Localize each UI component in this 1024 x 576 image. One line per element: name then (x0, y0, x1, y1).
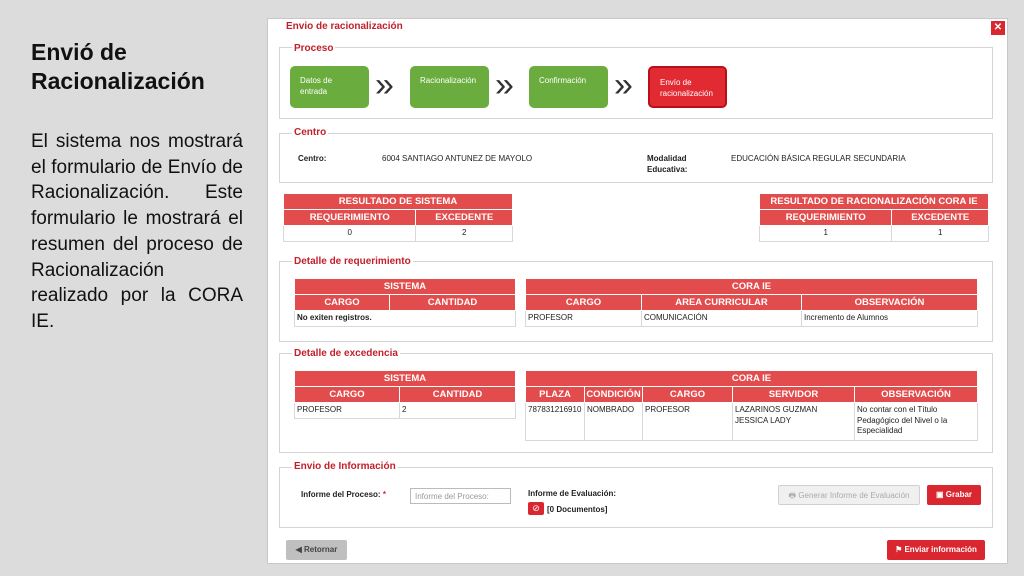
table-title: SISTEMA (294, 370, 516, 387)
informe-proceso-input[interactable]: Informe del Proceso: (410, 488, 511, 504)
cell: 787831216910 (525, 402, 585, 441)
save-icon: ▣ (935, 490, 944, 499)
cell: 1 (758, 225, 893, 242)
cell: Incremento de Alumnos (801, 310, 978, 327)
centro-title: Centro (292, 127, 329, 138)
enviar-informacion-button[interactable]: ⚑ Enviar información (887, 540, 985, 560)
chevron-right-icon: » (375, 66, 394, 104)
chevron-right-icon: » (495, 66, 514, 104)
modalidad-label: Modalidad Educativa: (647, 154, 688, 174)
centro-value: 6004 SANTIAGO ANTUNEZ DE MAYOLO (382, 154, 533, 163)
generar-informe-button[interactable]: 🖶 Generar Informe de Evaluación (778, 485, 920, 505)
col-header: OBSERVACIÓN (801, 294, 978, 311)
attach-icon[interactable]: ⊘ (528, 502, 544, 515)
back-icon: ◀ (295, 545, 302, 554)
informe-label: Informe del Proceso: * (301, 489, 386, 500)
step-label: Envío de racionalización (660, 78, 713, 98)
button-label: Retornar (304, 545, 338, 554)
step-label: Racionalización (420, 76, 477, 85)
col-header: PLAZA (525, 386, 585, 403)
col-header: EXCEDENTE (415, 209, 513, 226)
col-header: AREA CURRICULAR (641, 294, 802, 311)
informe-label-text: Informe del Proceso: (301, 490, 381, 499)
col-header: CARGO (525, 294, 642, 311)
table-title: RESULTADO DE RACIONALIZACIÓN CORA IE (759, 193, 989, 210)
send-icon: ⚑ (895, 545, 903, 554)
col-header: REQUERIMIENTO (282, 209, 417, 226)
col-header: CONDICIÓN (584, 386, 643, 403)
col-header: CARGO (294, 386, 400, 403)
retornar-button[interactable]: ◀ Retornar (286, 540, 347, 560)
detalle-excedencia-title: Detalle de excedencia (292, 348, 400, 359)
close-icon[interactable]: ✕ (991, 21, 1005, 35)
cell: 2 (415, 225, 513, 242)
resultado-cora-table: RESULTADO DE RACIONALIZACIÓN CORA IE REQ… (758, 193, 989, 242)
envio-title: Envio de Información (292, 461, 398, 472)
col-header: REQUERIMIENTO (758, 209, 893, 226)
slide-text: Envió de Racionalización El sistema nos … (31, 38, 243, 335)
slide-body: El sistema nos mostrará el formulario de… (31, 131, 243, 332)
req-sistema-table: SISTEMA CARGO CANTIDAD No exiten registro… (294, 278, 516, 327)
col-header: OBSERVACIÓN (854, 386, 978, 403)
cell: PROFESOR (294, 402, 400, 419)
proceso-title: Proceso (292, 43, 336, 54)
cell: 0 (282, 225, 417, 242)
exc-cora-table: CORA IE PLAZA CONDICIÓN CARGO SERVIDOR OBSER… (525, 370, 978, 441)
table-title: SISTEMA (294, 278, 516, 295)
table-title: CORA IE (525, 278, 978, 295)
table-title: CORA IE (525, 370, 978, 387)
grabar-button[interactable]: ▣ Grabar (927, 485, 981, 505)
step-racionalizacion[interactable]: Racionalización (410, 66, 489, 108)
detalle-requerimiento-title: Detalle de requerimiento (292, 256, 413, 267)
col-header: CARGO (294, 294, 390, 311)
cell: PROFESOR (525, 310, 642, 327)
step-confirmacion[interactable]: Confirmación (529, 66, 608, 108)
table-row: PROFESOR COMUNICACIÓN Incremento de Alumno… (525, 310, 978, 327)
required-mark: * (382, 490, 386, 499)
col-header: SERVIDOR (732, 386, 855, 403)
col-header: CANTIDAD (399, 386, 516, 403)
modalidad-value: EDUCACIÓN BÁSICA REGULAR SECUNDARIA (731, 154, 906, 163)
table-row: PROFESOR 2 (294, 402, 516, 419)
cell: 1 (891, 225, 989, 242)
step-datos-entrada[interactable]: Datos de entrada (290, 66, 369, 108)
cell: LAZARINOS GUZMAN JESSICA LADY (732, 402, 855, 441)
centro-label: Centro: (298, 154, 327, 163)
step-label: Datos de entrada (300, 76, 333, 96)
slide-title: Envió de Racionalización (31, 39, 205, 94)
button-label: Grabar (945, 490, 973, 499)
step-envio[interactable]: Envío de racionalización (648, 66, 727, 108)
step-label: Confirmación (539, 76, 587, 85)
button-label: Enviar información (904, 545, 977, 554)
cell: No contar con el Título Pedagógico del N… (854, 402, 978, 441)
cell: PROFESOR (642, 402, 733, 441)
empty-row: No exiten registros. (294, 310, 516, 327)
exc-sistema-table: SISTEMA CARGO CANTIDAD PROFESOR 2 (294, 370, 516, 419)
cell: COMUNICACIÓN (641, 310, 802, 327)
chevron-right-icon: » (614, 66, 633, 104)
print-icon: 🖶 (788, 491, 797, 500)
button-label: Generar Informe de Evaluación (798, 491, 910, 500)
req-cora-table: CORA IE CARGO AREA CURRICULAR OBSERVACIÓN … (525, 278, 978, 327)
col-header: CANTIDAD (389, 294, 516, 311)
cell: 2 (399, 402, 516, 419)
evaluacion-label: Informe de Evaluación: (528, 489, 617, 498)
col-header: EXCEDENTE (891, 209, 989, 226)
table-row: 787831216910 NOMBRADO PROFESOR LAZARINOS GU… (525, 402, 978, 441)
cell: NOMBRADO (584, 402, 643, 441)
documentos-count[interactable]: [0 Documentos] (547, 504, 607, 515)
resultado-sistema-table: RESULTADO DE SISTEMA REQUERIMIENTO EXCEDE… (282, 193, 513, 242)
table-title: RESULTADO DE SISTEMA (283, 193, 513, 210)
col-header: CARGO (642, 386, 733, 403)
window-title: Envio de racionalización (286, 21, 403, 32)
